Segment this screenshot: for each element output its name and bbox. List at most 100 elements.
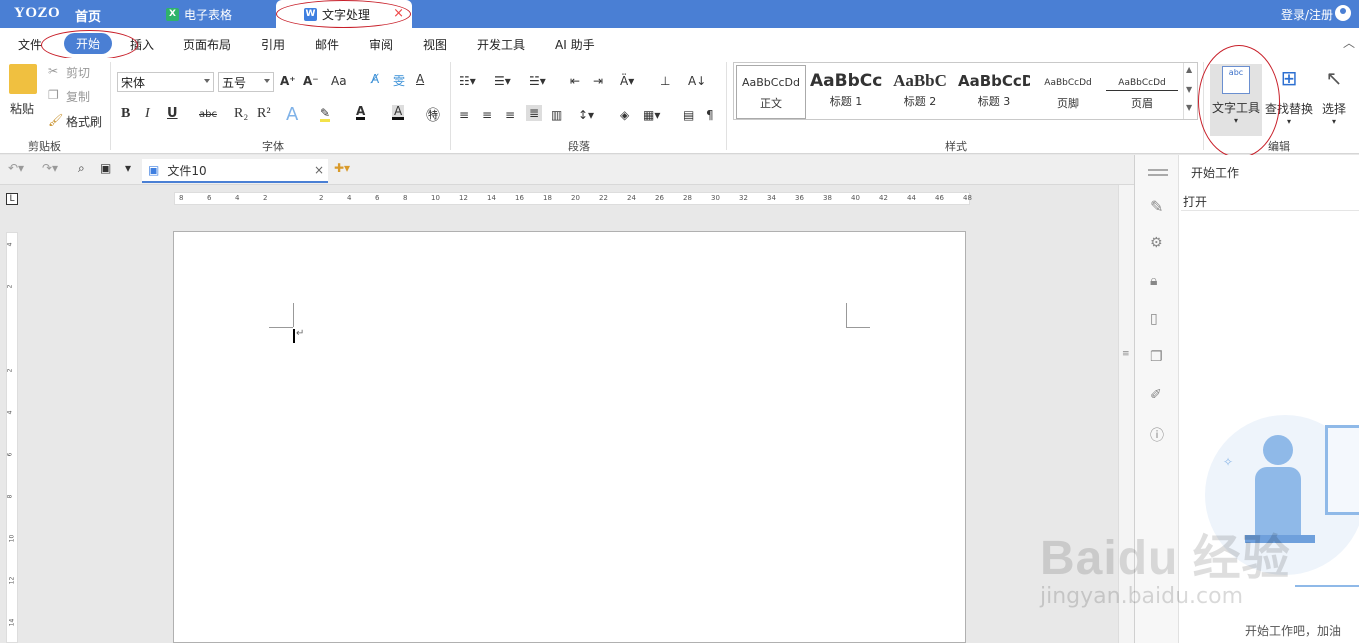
superscript-button[interactable]: R²: [257, 106, 271, 122]
ruler-tick: 4: [347, 194, 352, 202]
justify-icon[interactable]: ≣: [526, 105, 543, 121]
italic-button[interactable]: I: [145, 106, 150, 122]
subscript-button[interactable]: R₂: [234, 106, 248, 122]
pencil-icon[interactable]: ✎: [1150, 197, 1163, 216]
char-border-icon[interactable]: A: [416, 72, 424, 86]
copy-doc-icon[interactable]: ❐: [1150, 349, 1163, 365]
annotation-circle: [41, 30, 138, 60]
ruler-tick: 2: [319, 194, 324, 202]
enclose-char-icon[interactable]: ㊕: [426, 105, 440, 125]
tab-stop-selector[interactable]: L: [6, 193, 18, 205]
collapse-ribbon-icon[interactable]: ︿: [1343, 34, 1355, 51]
copy-button[interactable]: 复制: [66, 88, 90, 105]
menu-mail[interactable]: 邮件: [315, 36, 339, 53]
undo-icon[interactable]: ↶▾: [8, 161, 24, 175]
bullets-icon[interactable]: ☷▾: [459, 74, 476, 88]
phonetic-guide-icon[interactable]: 雯: [393, 72, 405, 89]
menu-references[interactable]: 引用: [261, 36, 285, 53]
style-heading-2[interactable]: AaBbC 标题 2: [884, 65, 956, 119]
font-family-select[interactable]: 宋体: [117, 72, 214, 92]
menu-developer[interactable]: 开发工具: [477, 36, 525, 53]
pane-handle-icon[interactable]: [1148, 169, 1168, 171]
grow-font-button[interactable]: A⁺: [280, 74, 296, 88]
shading-icon[interactable]: ◈: [620, 108, 629, 122]
select-button[interactable]: ↖ 选择 ▾: [1318, 64, 1350, 126]
document-tab[interactable]: ▣ 文件10 ×: [142, 159, 328, 183]
columns-icon[interactable]: ▤: [683, 108, 694, 122]
chinese-layout-icon[interactable]: Ä▾: [620, 74, 634, 88]
multilevel-list-icon[interactable]: ☱▾: [529, 74, 546, 88]
numbering-icon[interactable]: ☰▾: [494, 74, 511, 88]
group-label-styles: 样式: [945, 140, 967, 153]
align-left-icon[interactable]: ≡: [459, 108, 469, 122]
highlight-icon[interactable]: ✎: [320, 107, 331, 122]
menu-page-layout[interactable]: 页面布局: [183, 36, 231, 53]
align-center-icon[interactable]: ≡: [482, 108, 492, 122]
style-heading-1[interactable]: AaBbCc 标题 1: [810, 65, 882, 119]
ruler-tick: 38: [823, 194, 832, 202]
print-preview-icon[interactable]: ⌕: [78, 161, 85, 176]
underline-button[interactable]: U: [167, 106, 178, 121]
style-footer[interactable]: AaBbCcDd 页脚: [1032, 65, 1104, 119]
line-spacing-icon[interactable]: ⊥: [660, 74, 670, 88]
login-link[interactable]: 登录/注册: [1281, 6, 1333, 23]
shrink-font-button[interactable]: A⁻: [303, 74, 319, 88]
close-document-icon[interactable]: ×: [314, 163, 324, 177]
home-tab[interactable]: 首页: [75, 6, 101, 25]
style-header[interactable]: AaBbCcDd 页眉: [1106, 65, 1178, 119]
ruler-tick: 36: [795, 194, 804, 202]
pane-open-item[interactable]: 打开: [1181, 189, 1359, 211]
format-painter-button[interactable]: 格式刷: [66, 113, 102, 130]
paste-icon[interactable]: [9, 64, 37, 94]
settings-sliders-icon[interactable]: ⚙: [1150, 235, 1163, 251]
show-marks-icon[interactable]: ¶: [706, 108, 714, 122]
format-painter-icon[interactable]: 🖌: [48, 113, 63, 127]
customize-qat-icon[interactable]: ▾: [125, 161, 131, 175]
change-case-button[interactable]: Aa: [331, 74, 347, 88]
annotation-circle: [276, 0, 411, 28]
ruler-tick: 4: [235, 194, 240, 202]
ruler-tick: 46: [935, 194, 944, 202]
style-normal[interactable]: AaBbCcDd 正文: [736, 65, 806, 119]
distribute-icon[interactable]: ▥: [551, 108, 562, 122]
vertical-ruler[interactable]: 4 2 2 4 6 8 10 12 14: [6, 232, 18, 643]
style-heading-3[interactable]: AaBbCcD 标题 3: [958, 65, 1030, 119]
edit-note-icon[interactable]: ✐: [1150, 387, 1162, 403]
lock-icon[interactable]: 🔒︎: [1150, 273, 1157, 289]
ruler-tick: 48: [963, 194, 972, 202]
sort-icon[interactable]: A↓: [688, 74, 706, 88]
document-page[interactable]: ↵: [173, 231, 966, 643]
menu-view[interactable]: 视图: [423, 36, 447, 53]
new-document-icon[interactable]: ✚▾: [334, 161, 350, 175]
group-label-edit: 编辑: [1268, 140, 1290, 153]
align-right-icon[interactable]: ≡: [505, 108, 515, 122]
user-icon[interactable]: [1335, 5, 1351, 21]
ruler-tick: 14: [487, 194, 496, 202]
clear-format-icon[interactable]: A̸: [371, 72, 379, 86]
menu-review[interactable]: 审阅: [369, 36, 393, 53]
cut-icon[interactable]: ✂: [48, 64, 58, 78]
menu-ai-assistant[interactable]: AI 助手: [555, 36, 595, 53]
decrease-indent-icon[interactable]: ⇤: [570, 74, 580, 88]
paste-button[interactable]: 粘贴: [10, 100, 34, 117]
redo-icon[interactable]: ↷▾: [42, 161, 58, 175]
font-color-icon[interactable]: A: [356, 105, 366, 120]
text-effect-icon[interactable]: A: [286, 104, 298, 125]
char-shading-icon[interactable]: A: [392, 105, 405, 120]
annotation-circle: [1198, 45, 1280, 158]
increase-indent-icon[interactable]: ⇥: [593, 74, 603, 88]
styles-scroll[interactable]: ▲ ▼ ▼: [1183, 63, 1197, 119]
menu-file[interactable]: 文件: [18, 36, 42, 53]
tab-spreadsheet[interactable]: X 电子表格: [160, 0, 275, 28]
save-icon[interactable]: ▣: [100, 161, 111, 175]
clipboard-icon[interactable]: ▯: [1150, 311, 1158, 327]
strikethrough-button[interactable]: abc: [199, 109, 217, 120]
font-size-select[interactable]: 五号: [218, 72, 274, 92]
paragraph-spacing-icon[interactable]: ↕▾: [578, 108, 594, 122]
horizontal-ruler[interactable]: 8 6 4 2 2 4 6 8 10 12 14 16 18 20 22 24 26 28 30 32 34 36 38 40…: [174, 192, 972, 205]
copy-icon[interactable]: ❐: [48, 88, 59, 102]
help-icon[interactable]: ⓘ: [1150, 425, 1164, 445]
bold-button[interactable]: B: [121, 106, 130, 122]
borders-icon[interactable]: ▦▾: [643, 108, 660, 122]
cut-button[interactable]: 剪切: [66, 64, 90, 81]
